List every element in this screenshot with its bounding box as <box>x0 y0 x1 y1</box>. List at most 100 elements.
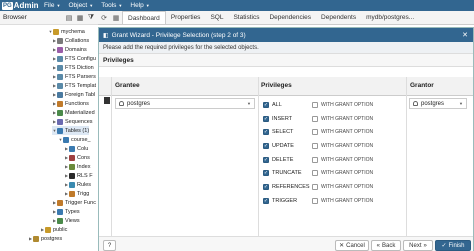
tree-node[interactable]: ▶ Functions <box>52 99 89 108</box>
privilege-checkbox[interactable]: ✓ <box>263 170 269 177</box>
node-icon <box>57 127 63 134</box>
tree-node[interactable]: ▶ Trigger Func <box>52 198 96 207</box>
tab-mydb-postgres[interactable]: mydb/postgres... <box>361 11 419 24</box>
tree-node[interactable]: ▶ Index <box>64 162 90 171</box>
node-icon <box>57 208 63 215</box>
privilege-name: SELECT <box>272 129 294 136</box>
tree-node[interactable]: ▶ FTS Templat <box>52 81 96 90</box>
with-grant-checkbox[interactable] <box>312 129 318 136</box>
help-button[interactable]: ? <box>103 240 116 251</box>
finish-label: Finish <box>448 242 465 249</box>
filter-icon[interactable]: ⧩ <box>87 14 95 22</box>
privilege-checkbox[interactable]: ✓ <box>263 184 269 191</box>
with-grant-label: WITH GRANT OPTION <box>321 115 374 122</box>
node-icon <box>69 190 75 197</box>
tree-node[interactable]: ▼ course_ <box>58 135 91 144</box>
cancel-button[interactable]: ✕ Cancel <box>335 240 369 251</box>
privilege-checkbox[interactable]: ✓ <box>263 156 269 163</box>
tree-node[interactable]: ▶ Views <box>52 216 80 225</box>
tab-properties[interactable]: Properties <box>166 11 206 24</box>
privilege-checkbox[interactable]: ✓ <box>263 197 269 204</box>
tree-node[interactable]: ▶ FTS Configu <box>52 54 96 63</box>
table-icon[interactable]: ▦ <box>110 11 122 24</box>
tree-node[interactable]: ▼ mychema <box>48 27 85 36</box>
refresh-icon[interactable]: ⟳ <box>98 11 110 24</box>
tab-dependencies[interactable]: Dependencies <box>264 11 316 24</box>
tree-node[interactable]: ▶ Materialized <box>52 108 95 117</box>
tree-node[interactable]: ▶ Types <box>52 207 80 216</box>
tree-node[interactable]: ▼ Tables (1) <box>52 126 90 135</box>
tree-node[interactable]: ▶ Collations <box>52 36 89 45</box>
privilege-row: ✓ TRIGGER WITH GRANT OPTION <box>259 194 405 208</box>
tree-node[interactable]: ▶ Cons <box>64 153 90 162</box>
node-icon <box>57 64 63 71</box>
node-icon <box>57 217 63 224</box>
with-grant-checkbox[interactable] <box>312 101 318 108</box>
grid-view-icon[interactable]: ▦ <box>76 14 84 22</box>
col-grantor: Grantor <box>410 82 434 89</box>
tree-node[interactable]: ▶ Foreign Tabl <box>52 90 95 99</box>
user-icon <box>119 101 124 106</box>
col-divider <box>111 77 112 247</box>
with-grant-checkbox[interactable] <box>312 170 318 177</box>
tree-node[interactable]: ▶ FTS Diction <box>52 63 94 72</box>
pgadmin-logo: PG Admin <box>2 1 44 10</box>
chevron-right-icon: » <box>423 242 427 249</box>
tab-statistics[interactable]: Statistics <box>228 11 264 24</box>
node-icon <box>63 136 69 143</box>
tree-node[interactable]: ▶ Trigg <box>64 189 89 198</box>
col-grantee: Grantee <box>115 82 140 89</box>
grantor-select[interactable]: postgres ▼ <box>409 98 467 109</box>
tree-node[interactable]: ▶ postgres <box>28 234 62 243</box>
tab-sql[interactable]: SQL <box>205 11 228 24</box>
tree-node[interactable]: ▶ RLS F <box>64 171 93 180</box>
tree-node[interactable]: ▶ Rules <box>64 180 91 189</box>
caret-down-icon: ▼ <box>56 3 61 8</box>
tree-node[interactable]: ▶ Sequences <box>52 117 93 126</box>
close-icon[interactable]: ✕ <box>462 31 468 39</box>
privilege-row: ✓ DELETE WITH GRANT OPTION <box>259 153 405 167</box>
node-icon <box>69 145 75 152</box>
tab-dependents[interactable]: Dependents <box>316 11 361 24</box>
menu-tools[interactable]: Tools ▼ <box>101 2 122 9</box>
chevron-down-icon: ▼ <box>459 101 463 106</box>
menu-tools-label: Tools <box>101 2 117 9</box>
tree-node-label: postgres <box>41 235 63 242</box>
node-icon <box>69 154 75 161</box>
tree-node[interactable]: ▶ public <box>40 225 67 234</box>
with-grant-checkbox[interactable] <box>312 156 318 163</box>
with-grant-checkbox[interactable] <box>312 197 318 204</box>
node-icon <box>57 37 63 44</box>
with-grant-checkbox[interactable] <box>312 184 318 191</box>
caret-down-icon: ▼ <box>145 3 150 8</box>
tree-node-label: Cons <box>77 154 90 161</box>
next-label: Next <box>409 242 422 249</box>
with-grant-checkbox[interactable] <box>312 142 318 149</box>
node-icon <box>69 181 75 188</box>
grantee-select[interactable]: postgres ▼ <box>115 98 255 109</box>
col-privileges: Privileges <box>261 82 292 89</box>
delete-row-icon[interactable] <box>104 97 110 104</box>
menu-help[interactable]: Help ▼ <box>130 2 149 9</box>
wizard-icon: ◧ <box>103 32 109 39</box>
tree-node[interactable]: ▶ Domains <box>52 45 87 54</box>
tree-node-label: Sequences <box>65 118 93 125</box>
privilege-row: ✓ TRUNCATE WITH GRANT OPTION <box>259 167 405 181</box>
query-tool-icon[interactable]: ▤ <box>65 14 73 22</box>
tree-node-label: FTS Configu <box>65 55 96 62</box>
privilege-checkbox[interactable]: ✓ <box>263 115 269 122</box>
close-icon: ✕ <box>339 243 345 249</box>
tree-node[interactable]: ▶ FTS Parsers <box>52 72 96 81</box>
tree-node[interactable]: ▶ Colu <box>64 144 88 153</box>
tree-node-label: public <box>53 226 68 233</box>
tab-dashboard[interactable]: Dashboard <box>122 11 166 24</box>
privilege-checkbox[interactable]: ✓ <box>263 101 269 108</box>
menu-file[interactable]: File ▼ <box>44 2 60 9</box>
with-grant-checkbox[interactable] <box>312 115 318 122</box>
next-button[interactable]: Next» <box>403 240 433 251</box>
privilege-checkbox[interactable]: ✓ <box>263 142 269 149</box>
privilege-checkbox[interactable]: ✓ <box>263 129 269 136</box>
back-button[interactable]: «Back <box>371 240 401 251</box>
menu-object[interactable]: Object ▼ <box>68 2 93 9</box>
finish-button[interactable]: ✓ Finish <box>435 240 471 251</box>
